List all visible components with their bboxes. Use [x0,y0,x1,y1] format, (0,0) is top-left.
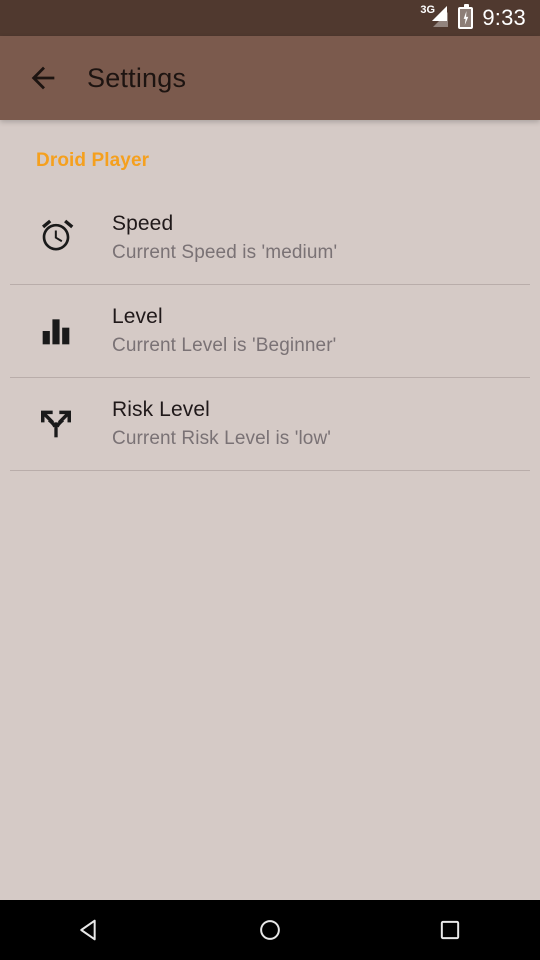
nav-recents-button[interactable] [400,900,500,960]
status-bar: 3G 9:33 [0,0,540,36]
charging-bolt-icon [463,11,469,25]
call-split-icon [41,410,71,438]
app-bar: Settings [0,36,540,120]
preference-summary: Current Speed is 'medium' [112,242,338,263]
alarm-clock-icon [42,219,74,251]
preference-text-container: Risk Level Current Risk Level is 'low' [112,397,331,451]
settings-content: Droid Player Speed Current Speed is 'med… [0,120,540,900]
back-button[interactable] [14,49,72,107]
status-bar-right-group: 3G 9:33 [419,4,526,30]
preference-text-container: Level Current Level is 'Beginner' [112,304,336,358]
nav-home-button[interactable] [220,900,320,960]
preference-item-risk-level[interactable]: Risk Level Current Risk Level is 'low' [0,378,540,470]
preference-icon-container [0,311,112,351]
nav-recents-icon [440,920,460,940]
arrow-back-icon [31,66,55,90]
phone-screen: 3G 9:33 Settings Droid Player Speed Curr… [0,0,540,960]
preference-title: Speed [112,212,174,235]
signal-bars-icon [432,6,448,21]
bar-chart-icon [42,319,70,345]
preference-category-header: Droid Player [36,150,150,171]
preference-icon-container [0,404,112,444]
preference-title: Level [112,305,163,328]
preference-text-container: Speed Current Speed is 'medium' [112,211,337,265]
preference-item-speed[interactable]: Speed Current Speed is 'medium' [0,192,540,284]
android-navigation-bar [0,900,540,960]
preference-icon-container [0,218,112,258]
nav-back-button[interactable] [40,900,140,960]
preference-item-level[interactable]: Level Current Level is 'Beginner' [0,285,540,377]
page-title: Settings [87,62,187,93]
list-divider [10,470,530,471]
signal-icon: 3G [419,5,449,30]
preference-summary: Current Risk Level is 'low' [112,428,332,449]
nav-home-icon [260,920,280,940]
preference-summary: Current Level is 'Beginner' [112,335,337,356]
battery-charging-icon [458,4,474,29]
preference-title: Risk Level [112,398,210,421]
status-bar-clock: 9:33 [482,5,526,30]
nav-back-icon [80,919,96,941]
preference-list: Speed Current Speed is 'medium' Level Cu… [0,192,540,471]
